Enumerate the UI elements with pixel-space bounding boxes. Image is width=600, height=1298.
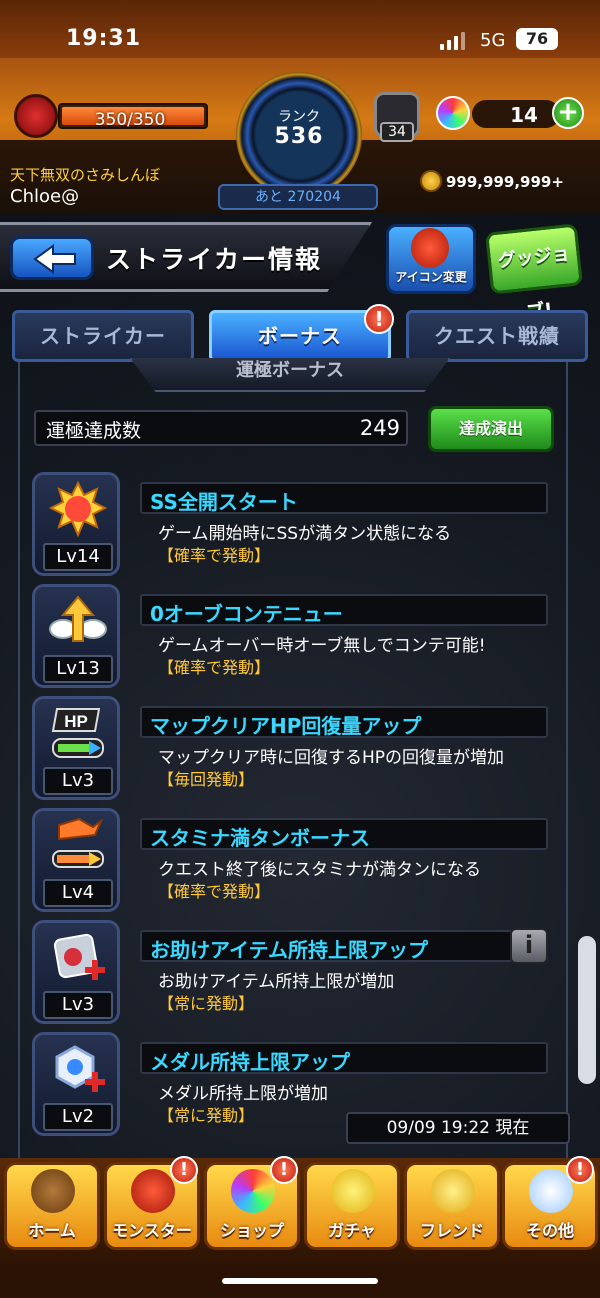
timestamp: 09/09 19:22 現在 (346, 1112, 570, 1144)
bonus-description: クエスト終了後にスタミナが満タンになる (158, 860, 481, 880)
bonus-trigger: 【確率で発動】 (158, 546, 271, 565)
bonus-row[interactable]: Lv4 スタミナ満タンボーナス クエスト終了後にスタミナが満タンになる 【確率で… (30, 808, 556, 916)
bonus-name: スタミナ満タンボーナス (150, 826, 370, 850)
gacha-egg-icon (331, 1169, 375, 1213)
tab-quest-record[interactable]: クエスト戦績 (406, 310, 588, 362)
bonus-level: Lv13 (43, 655, 113, 683)
nav-monster-badge: ! (170, 1156, 198, 1184)
bonus-icon-frame: Lv14 (32, 472, 120, 576)
bonus-description: ゲームオーバー時オーブ無しでコンテ可能! (158, 636, 486, 656)
perform-button[interactable]: 達成演出 (428, 406, 554, 452)
bonus-level: Lv2 (43, 1103, 113, 1131)
home-icon (31, 1169, 75, 1213)
nav-label: フレンド (419, 1221, 484, 1240)
rank-label: ランク (278, 109, 320, 125)
bonus-trigger: 【毎回発動】 (158, 770, 255, 789)
monster-icon (131, 1169, 175, 1213)
home-bar (0, 1270, 600, 1298)
bonus-icon-frame: Lv2 (32, 1032, 120, 1136)
status-time: 19:31 (66, 26, 142, 51)
count-value: 249 (359, 416, 400, 440)
item-plus-icon (53, 933, 105, 980)
orb-shop-icon (231, 1169, 275, 1213)
bonus-description: メダル所持上限が増加 (158, 1084, 328, 1104)
medal-plus-icon (55, 1045, 105, 1092)
bonus-icon-frame: HP Lv3 (32, 696, 120, 800)
stamina-icon (52, 817, 104, 868)
add-orb-button[interactable]: + (552, 97, 584, 129)
bonus-description: お助けアイテム所持上限が増加 (158, 972, 395, 992)
home-indicator[interactable] (222, 1278, 378, 1284)
orb-storage-count: 34 (380, 122, 414, 142)
player-name: Chloe@ (10, 186, 80, 207)
section-title: 運極ボーナス (130, 358, 450, 392)
orb-icon (436, 96, 470, 130)
nav-friend[interactable]: フレンド (404, 1162, 500, 1250)
bonus-description: ゲーム開始時にSSが満タン状態になる (158, 524, 452, 544)
bonus-row[interactable]: HP Lv3 マップクリアHP回復量アップ マップクリア時に回復するHPの回復量… (30, 696, 556, 804)
bonus-name: SS全開スタート (150, 490, 298, 514)
nav-label: モンスター (112, 1221, 192, 1240)
rank-value: 536 (274, 124, 324, 149)
nav-label: ショップ (219, 1221, 284, 1240)
nav-shop-badge: ! (270, 1156, 298, 1184)
nav-gacha[interactable]: ガチャ (304, 1162, 400, 1250)
signal-icon (440, 30, 466, 50)
player-title: 天下無双のさみしんぼ (10, 166, 161, 184)
battery-icon: 76 (516, 28, 558, 50)
back-arrow-icon (33, 244, 76, 274)
bonus-trigger: 【確率で発動】 (158, 882, 271, 901)
coin-count: 999,999,999+ (446, 173, 564, 191)
monster-face-icon (411, 228, 449, 268)
nav-other-badge: ! (566, 1156, 594, 1184)
bonus-name: 0オーブコンテニュー (150, 602, 343, 626)
svg-text:HP: HP (64, 712, 88, 731)
stamina-icon (14, 94, 58, 138)
nav-label: その他 (525, 1221, 574, 1240)
bonus-level: Lv4 (43, 879, 113, 907)
bonus-icon-frame: Lv4 (32, 808, 120, 912)
bonus-icon-frame: Lv13 (32, 584, 120, 688)
bonus-name: マップクリアHP回復量アップ (150, 714, 422, 738)
bonus-row[interactable]: Lv14 SS全開スタート ゲーム開始時にSSが満タン状態になる 【確率で発動】 (30, 472, 556, 580)
bonus-name: お助けアイテム所持上限アップ (150, 938, 428, 962)
winged-arrow-icon (49, 595, 107, 642)
tab-striker[interactable]: ストライカー (12, 310, 194, 362)
bonus-trigger: 【常に発動】 (158, 994, 255, 1013)
bonus-trigger: 【確率で発動】 (158, 658, 271, 677)
bonus-icon-frame: Lv3 (32, 920, 120, 1024)
coin-icon (420, 170, 442, 192)
bonus-row[interactable]: Lv13 0オーブコンテニュー ゲームオーバー時オーブ無しでコンテ可能! 【確率… (30, 584, 556, 692)
exp-remaining: あと 270204 (218, 184, 378, 210)
bonus-level: Lv14 (43, 543, 113, 571)
nav-label: ガチャ (328, 1221, 376, 1240)
back-button[interactable] (10, 236, 94, 280)
icon-change-label: アイコン変更 (395, 270, 467, 284)
good-job-button[interactable]: グッジョブ! (485, 223, 583, 323)
tab-bonus-badge: ! (364, 304, 394, 334)
friend-icon (431, 1169, 475, 1213)
page-title: ストライカー情報 (106, 245, 323, 274)
go-burst-icon (49, 481, 107, 538)
info-button[interactable]: i (510, 928, 548, 964)
nav-label: ホーム (28, 1221, 76, 1240)
bonus-description: マップクリア時に回復するHPの回復量が増加 (158, 748, 505, 768)
bonus-row[interactable]: Lv3 お助けアイテム所持上限アップ お助けアイテム所持上限が増加 【常に発動】 (30, 920, 556, 1028)
scrollbar[interactable] (578, 936, 596, 1084)
hp-up-icon: HP (51, 708, 104, 758)
count-label: 運極達成数 (46, 420, 142, 442)
bonus-trigger: 【常に発動】 (158, 1106, 255, 1125)
nav-home[interactable]: ホーム (4, 1162, 100, 1250)
bonus-name: メダル所持上限アップ (150, 1050, 350, 1074)
bonus-level: Lv3 (43, 767, 113, 795)
bonus-level: Lv3 (43, 991, 113, 1019)
network-label: 5G (480, 30, 506, 51)
orb-count: 14 (510, 103, 538, 127)
stamina-value: 350/350 (94, 110, 166, 130)
